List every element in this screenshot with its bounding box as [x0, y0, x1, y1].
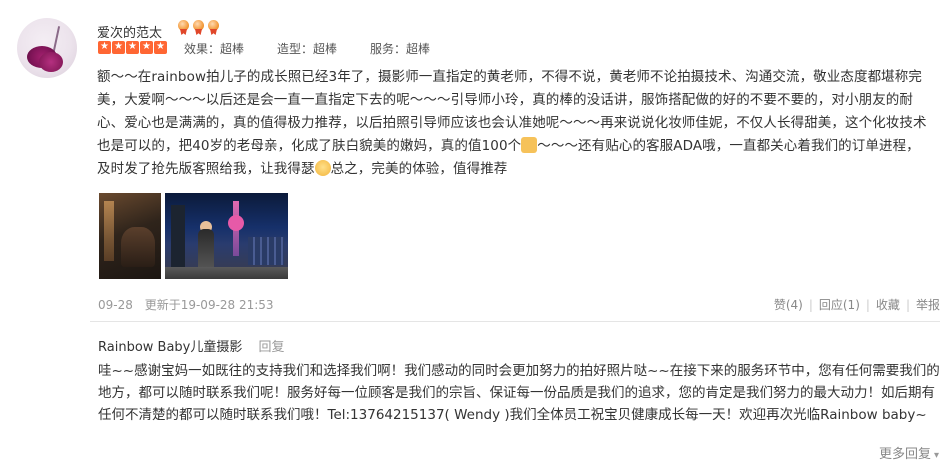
score-service: 服务：超棒 — [370, 42, 431, 56]
score-styling: 造型：超棒 — [277, 42, 338, 56]
action-separator: | — [808, 297, 813, 312]
medal-icon — [207, 20, 220, 35]
star-icon — [112, 40, 125, 54]
user-badges — [177, 20, 220, 35]
medal-icon — [177, 20, 190, 35]
merchant-reply-header: Rainbow Baby儿童摄影 回复 — [98, 336, 285, 355]
review-photos — [99, 193, 288, 279]
more-replies-button[interactable]: 更多回复 ▾ — [879, 443, 939, 462]
photo-post — [171, 205, 185, 271]
photo-city — [248, 237, 284, 265]
photo-light — [104, 201, 114, 261]
username[interactable]: 爱次的范太 — [97, 22, 162, 41]
sub-scores: 效果：超棒 造型：超棒 服务：超棒 — [184, 40, 463, 57]
favorite-button[interactable]: 收藏 — [876, 296, 900, 313]
photo-kid — [198, 229, 214, 269]
review-actions: 赞(4) | 回应(1) | 收藏 | 举报 — [774, 296, 940, 313]
star-icon — [98, 40, 111, 54]
medal-icon — [192, 20, 205, 35]
star-icon — [154, 40, 167, 54]
like-button[interactable]: 赞(4) — [774, 296, 803, 313]
divider — [90, 321, 940, 322]
star-icon — [126, 40, 139, 54]
action-separator: | — [865, 297, 870, 312]
report-button[interactable]: 举报 — [916, 296, 940, 313]
avatar-flower-2 — [39, 52, 63, 72]
score-effect: 效果：超棒 — [184, 42, 245, 56]
rating-stars — [98, 40, 167, 54]
photo-ground — [165, 267, 288, 279]
more-replies-label: 更多回复 — [878, 447, 931, 462]
review-photo-2[interactable] — [165, 193, 288, 279]
user-avatar[interactable] — [17, 18, 77, 78]
review-updated: 更新于19-09-28 21:53 — [144, 298, 274, 312]
photo-figure — [121, 227, 155, 267]
action-separator: | — [905, 297, 910, 312]
chevron-down-icon: ▾ — [933, 450, 939, 461]
review-photo-1[interactable] — [99, 193, 161, 279]
review-text: 额～～在rainbow拍儿子的成长照已经3年了，摄影师一直指定的黄老师，不得不说… — [97, 66, 927, 181]
review-meta: 09-28 更新于19-09-28 21:53 — [98, 296, 282, 313]
merchant-name[interactable]: Rainbow Baby儿童摄影 — [98, 340, 242, 355]
grin-emoji-icon — [314, 160, 331, 176]
photo-tower-ball — [228, 215, 244, 231]
star-icon — [140, 40, 153, 54]
reply-count-button[interactable]: 回应(1) — [819, 296, 860, 313]
thumbs-up-emoji-icon — [521, 137, 538, 153]
reply-button[interactable]: 回复 — [259, 340, 285, 355]
review-date: 09-28 — [98, 298, 133, 312]
review-part-3: 总之，完美的体验，值得推荐 — [330, 161, 508, 177]
merchant-reply-text: 哇~~感谢宝妈一如既往的支持我们和选择我们啊！我们感动的同时会更加努力的拍好照片… — [98, 363, 940, 423]
